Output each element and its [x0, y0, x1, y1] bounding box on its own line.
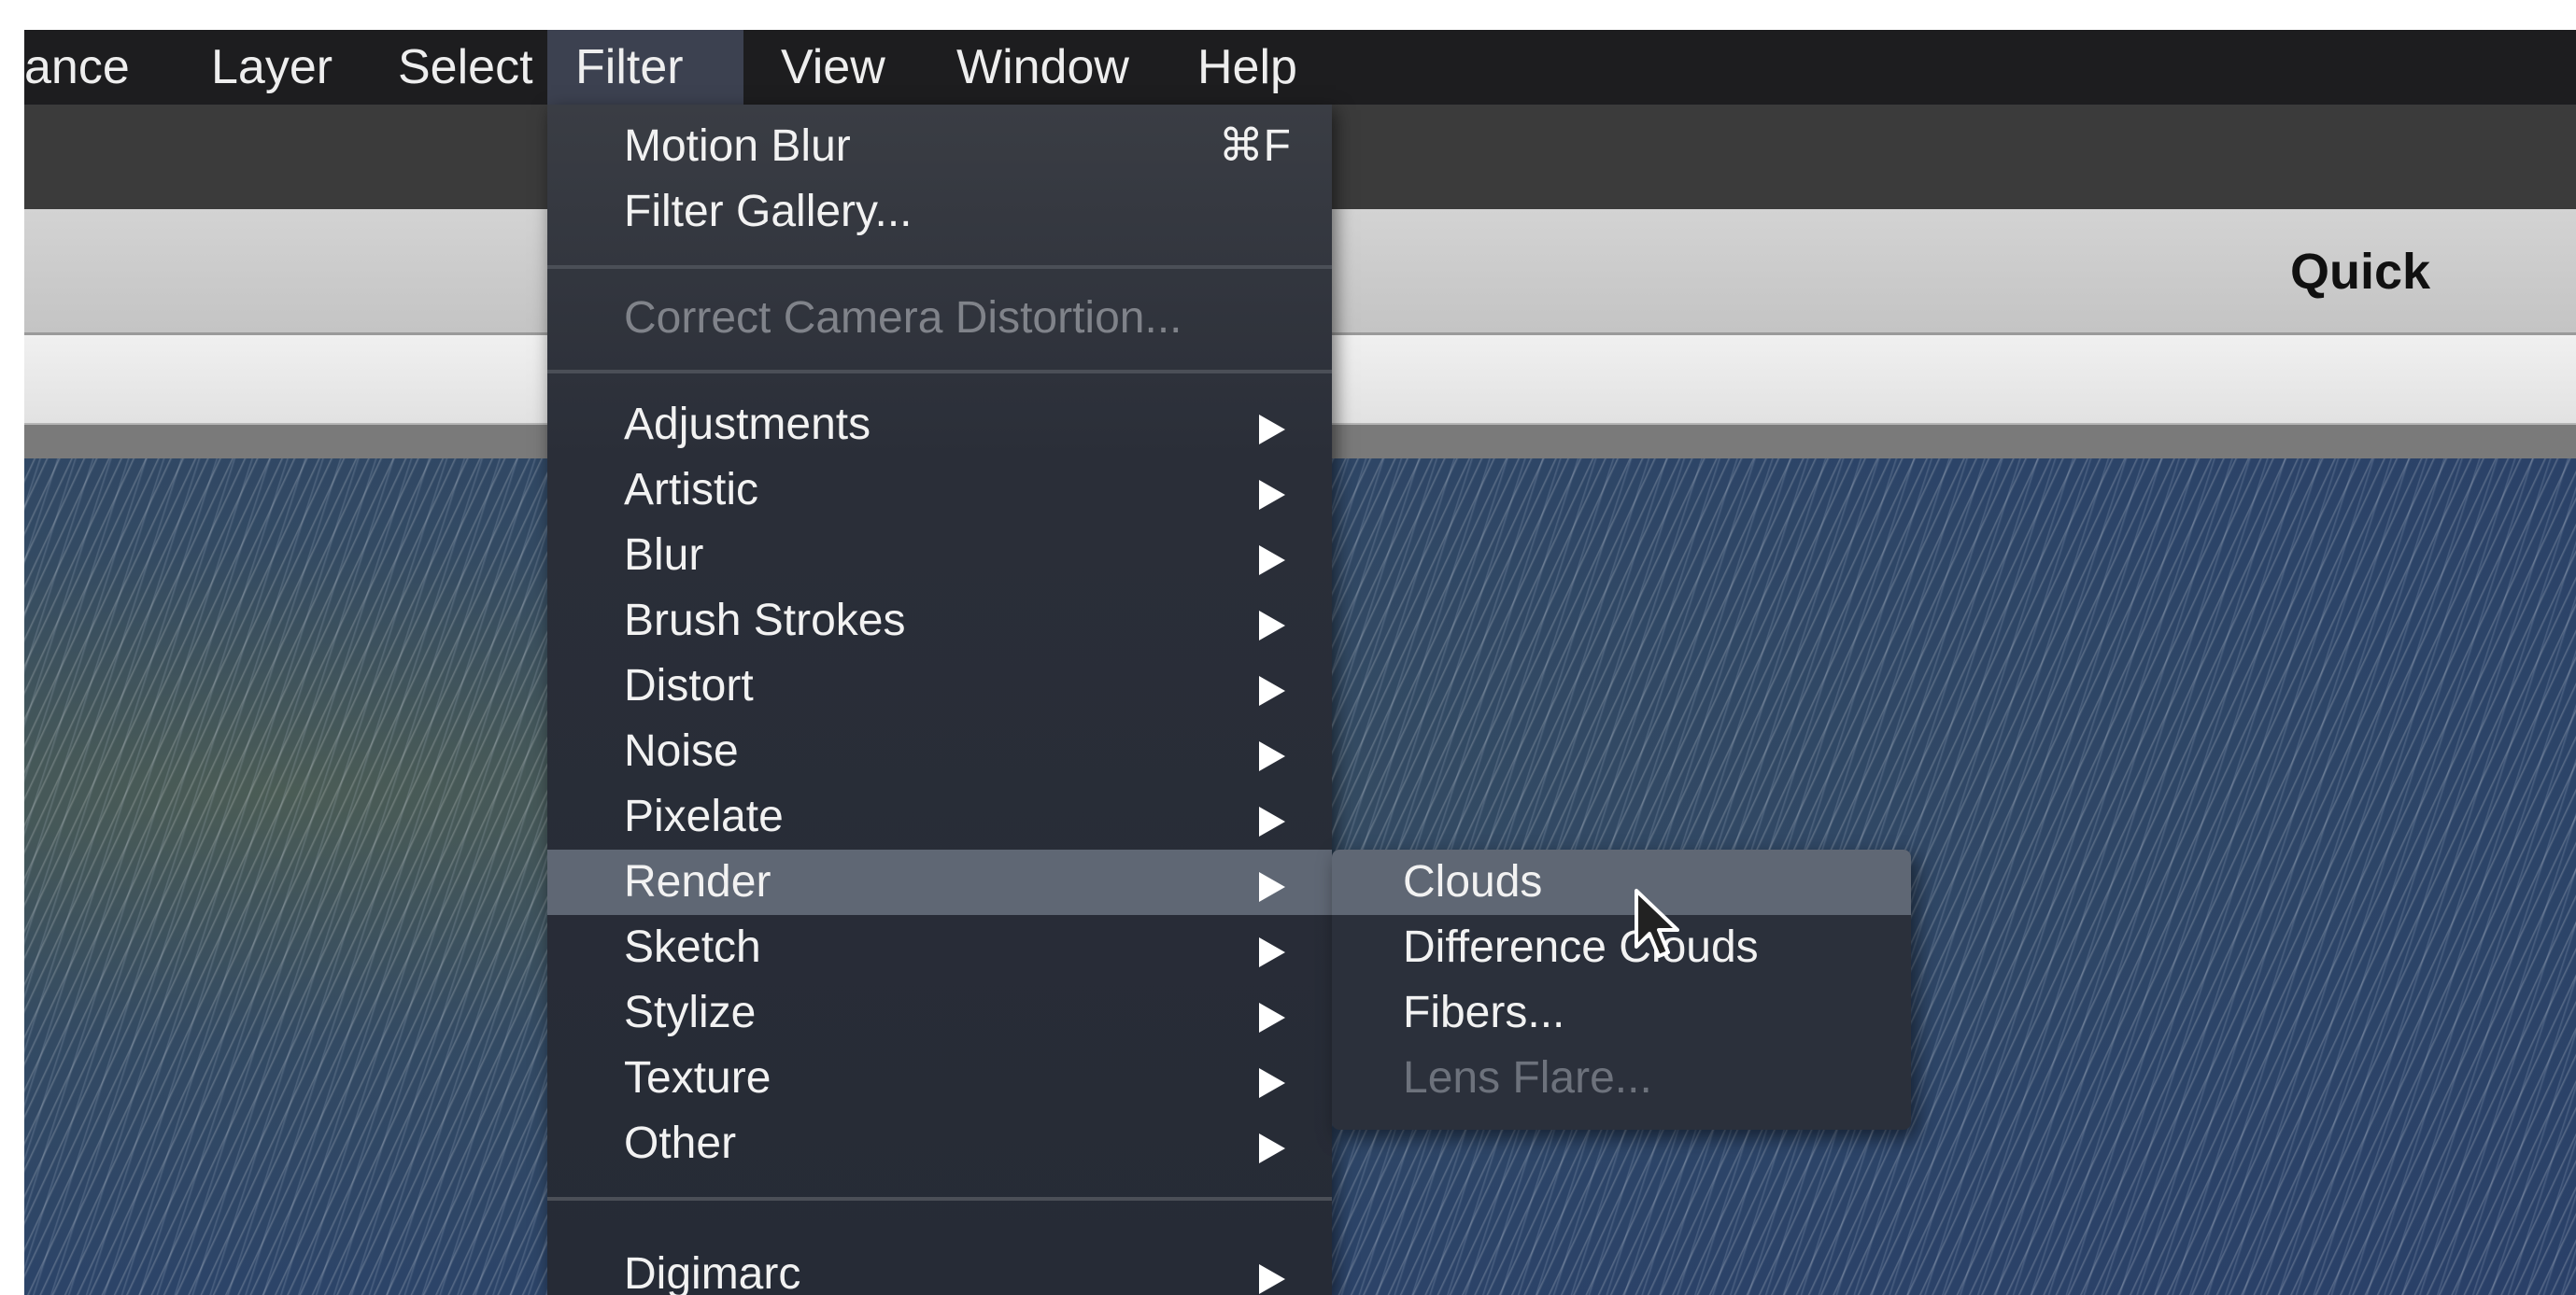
submenu-item-clouds[interactable]: Clouds — [1332, 850, 1911, 915]
menu-layer[interactable]: Layer — [183, 30, 361, 105]
chevron-right-icon — [1259, 807, 1285, 837]
menu-item-label: Distort — [624, 661, 754, 711]
submenu-item-fibers[interactable]: Fibers... — [1332, 980, 1911, 1046]
chevron-right-icon — [1259, 676, 1285, 706]
menu-item-label: Blur — [624, 530, 704, 580]
menu-item-label: Adjustments — [624, 400, 871, 449]
menu-item-label: Sketch — [624, 922, 761, 972]
menu-item-blur[interactable]: Blur — [547, 523, 1332, 588]
submenu-item-label: Fibers... — [1403, 988, 1565, 1037]
menu-separator — [547, 1197, 1332, 1201]
menu-item-label: Artistic — [624, 465, 758, 514]
chevron-right-icon — [1259, 545, 1285, 575]
menu-separator — [547, 265, 1332, 269]
submenu-item-label: Clouds — [1403, 857, 1543, 907]
chevron-right-icon — [1259, 1133, 1285, 1163]
chevron-right-icon — [1259, 480, 1285, 510]
menu-select[interactable]: Select — [370, 30, 561, 105]
menu-item-label: Render — [624, 857, 771, 907]
menu-item-label: Other — [624, 1119, 737, 1168]
chevron-right-icon — [1259, 937, 1285, 967]
menu-item-render[interactable]: Render — [547, 850, 1332, 915]
chevron-right-icon — [1259, 1264, 1285, 1294]
menu-item-stylize[interactable]: Stylize — [547, 980, 1332, 1046]
menu-separator — [547, 370, 1332, 373]
menu-view[interactable]: View — [753, 30, 913, 105]
menu-filter[interactable]: Filter — [547, 30, 743, 105]
menu-item-sketch[interactable]: Sketch — [547, 915, 1332, 980]
menu-item-pixelate[interactable]: Pixelate — [547, 784, 1332, 850]
chevron-right-icon — [1259, 741, 1285, 771]
menu-item-label: Digimarc — [624, 1249, 801, 1295]
menu-bar: ance Layer Select Filter View Window Hel… — [24, 30, 2576, 105]
menu-item-digimarc[interactable]: Digimarc — [547, 1242, 1332, 1295]
filter-dropdown-menu: Motion Blur ⌘F Filter Gallery... Correct… — [547, 105, 1332, 1295]
quick-mode-tab[interactable]: Quick — [2290, 209, 2430, 335]
submenu-item-lens-flare: Lens Flare... — [1332, 1046, 1911, 1111]
menu-item-adjustments[interactable]: Adjustments — [547, 392, 1332, 457]
menu-item-label: Pixelate — [624, 792, 784, 841]
menu-item-label: Brush Strokes — [624, 596, 906, 645]
menu-item-label: Stylize — [624, 988, 757, 1037]
menu-item-label: Noise — [624, 726, 739, 776]
submenu-item-label: Difference Clouds — [1403, 922, 1759, 972]
chevron-right-icon — [1259, 872, 1285, 902]
menu-item-label: Motion Blur — [624, 121, 851, 171]
menu-item-artistic[interactable]: Artistic — [547, 457, 1332, 523]
app-window: ance Layer Select Filter View Window Hel… — [24, 30, 2576, 1295]
menu-help[interactable]: Help — [1169, 30, 1325, 105]
menu-item-filter-gallery[interactable]: Filter Gallery... — [547, 179, 1332, 245]
menu-item-correct-camera-distortion: Correct Camera Distortion... — [547, 286, 1332, 351]
menu-item-texture[interactable]: Texture — [547, 1046, 1332, 1111]
mouse-pointer-icon — [1635, 889, 1679, 958]
render-submenu: Clouds Difference Clouds Fibers... Lens … — [1332, 850, 1911, 1130]
chevron-right-icon — [1259, 611, 1285, 640]
menu-item-brush-strokes[interactable]: Brush Strokes — [547, 588, 1332, 654]
menu-window[interactable]: Window — [928, 30, 1157, 105]
menu-item-other[interactable]: Other — [547, 1111, 1332, 1176]
menu-enhance[interactable]: ance — [24, 30, 158, 105]
chevron-right-icon — [1259, 1068, 1285, 1098]
menu-item-motion-blur[interactable]: Motion Blur ⌘F — [547, 114, 1332, 179]
menu-item-noise[interactable]: Noise — [547, 719, 1332, 784]
menu-item-label: Correct Camera Distortion... — [624, 293, 1182, 343]
menu-item-distort[interactable]: Distort — [547, 654, 1332, 719]
chevron-right-icon — [1259, 415, 1285, 444]
submenu-item-difference-clouds[interactable]: Difference Clouds — [1332, 915, 1911, 980]
submenu-item-label: Lens Flare... — [1403, 1053, 1652, 1103]
menu-item-shortcut: ⌘F — [1218, 121, 1291, 171]
chevron-right-icon — [1259, 1003, 1285, 1033]
menu-item-label: Filter Gallery... — [624, 187, 913, 236]
menu-item-label: Texture — [624, 1053, 771, 1103]
